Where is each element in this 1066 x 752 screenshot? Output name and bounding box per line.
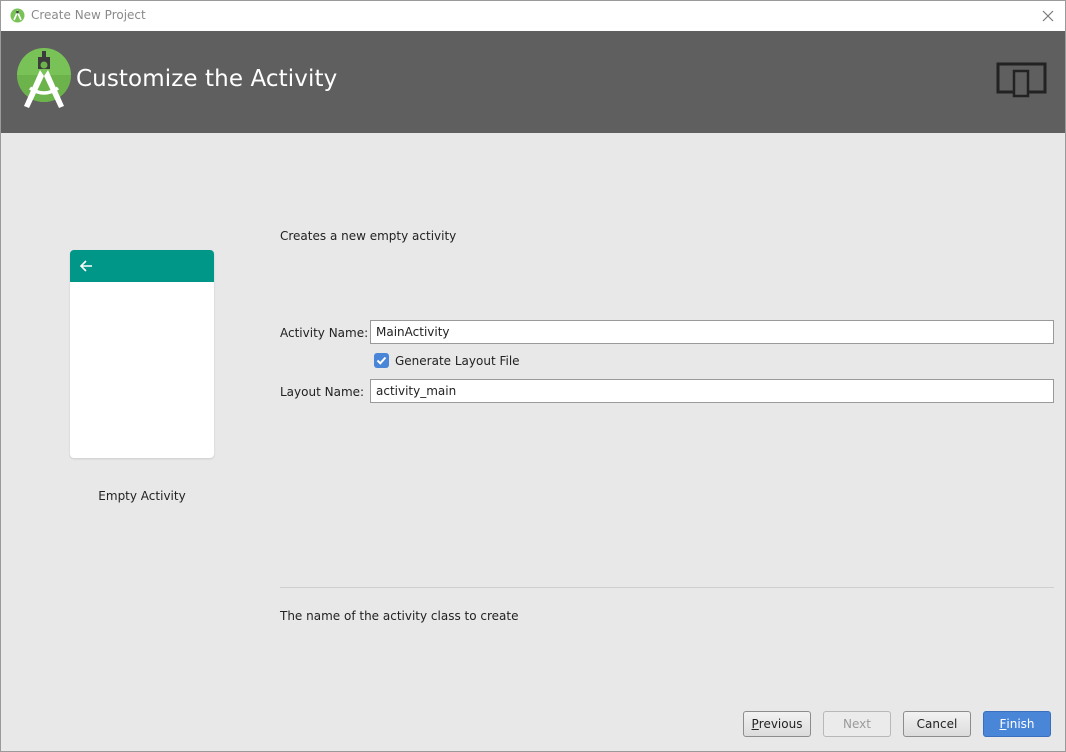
activity-template-preview [70, 250, 214, 458]
generate-layout-checkbox[interactable] [374, 353, 389, 368]
close-icon[interactable] [1037, 5, 1059, 27]
finish-label: inish [1006, 717, 1035, 731]
title-bar: Create New Project [1, 1, 1065, 31]
cancel-button[interactable]: Cancel [903, 711, 971, 737]
divider [280, 587, 1054, 588]
previous-mnemonic: P [751, 717, 759, 731]
finish-mnemonic: F [999, 717, 1007, 731]
device-form-factor-icon [996, 62, 1048, 98]
cancel-label: Cancel [916, 717, 958, 731]
finish-button[interactable]: Finish [983, 711, 1051, 737]
previous-button[interactable]: Previous [743, 711, 811, 737]
preview-app-bar [70, 250, 214, 282]
generate-layout-label: Generate Layout File [395, 353, 520, 368]
layout-name-input[interactable] [370, 379, 1054, 403]
window-title: Create New Project [31, 8, 146, 22]
layout-name-label: Layout Name: [280, 385, 365, 399]
activity-name-input[interactable] [370, 320, 1054, 344]
create-new-project-dialog: Create New Project Customize the Activit… [0, 0, 1066, 752]
help-text: The name of the activity class to create [280, 609, 519, 623]
generate-layout-checkbox-row[interactable]: Generate Layout File [374, 353, 520, 368]
next-label: Next [843, 717, 871, 731]
android-studio-logo [16, 48, 72, 110]
checkmark-icon [376, 356, 387, 365]
template-name: Empty Activity [98, 489, 186, 503]
previous-label: revious [758, 717, 803, 731]
template-description: Creates a new empty activity [280, 229, 457, 243]
wizard-header: Customize the Activity [1, 31, 1065, 133]
page-title: Customize the Activity [76, 66, 338, 92]
activity-name-label: Activity Name: [280, 326, 369, 340]
arrow-left-icon [79, 260, 92, 272]
android-studio-icon [10, 8, 25, 23]
next-button[interactable]: Next [823, 711, 891, 737]
